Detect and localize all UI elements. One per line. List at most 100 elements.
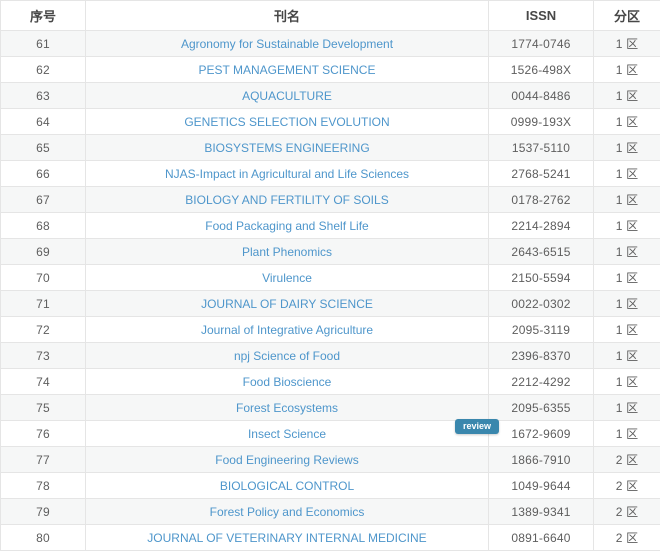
row-issn: 2396-8370 [511, 349, 570, 363]
table-row: 68 Food Packaging and Shelf Life 2214-28… [1, 213, 660, 239]
journal-link[interactable]: Food Packaging and Shelf Life [205, 219, 368, 233]
row-zone: 1 区 [616, 89, 639, 103]
journal-link[interactable]: Plant Phenomics [242, 245, 332, 259]
row-zone: 1 区 [616, 297, 639, 311]
journal-link[interactable]: GENETICS SELECTION EVOLUTION [184, 115, 389, 129]
journal-link[interactable]: BIOSYSTEMS ENGINEERING [204, 141, 369, 155]
journal-list-page: 序号 刊名 ISSN 分区 61 Agronomy for Sustainabl… [0, 0, 660, 512]
row-number: 61 [36, 37, 50, 51]
row-zone: 2 区 [616, 531, 639, 545]
row-zone: 1 区 [616, 427, 639, 441]
journal-link[interactable]: JOURNAL OF DAIRY SCIENCE [201, 297, 373, 311]
journal-link[interactable]: AQUACULTURE [242, 89, 332, 103]
row-zone: 1 区 [616, 349, 639, 363]
journal-link[interactable]: Journal of Integrative Agriculture [201, 323, 373, 337]
row-zone: 1 区 [616, 37, 639, 51]
table-row: 80 JOURNAL OF VETERINARY INTERNAL MEDICI… [1, 525, 660, 551]
table-row: 63 AQUACULTURE 0044-8486 1 区 [1, 83, 660, 109]
row-issn: 2214-2894 [511, 219, 570, 233]
table-row: 67 BIOLOGY AND FERTILITY OF SOILS 0178-2… [1, 187, 660, 213]
journal-link[interactable]: Food Bioscience [243, 375, 332, 389]
row-zone: 1 区 [616, 193, 639, 207]
row-zone: 1 区 [616, 401, 639, 415]
table-row: 76 Insect Science 1672-9609 1 区 [1, 421, 660, 447]
journal-link[interactable]: Insect Science [248, 427, 326, 441]
row-number: 70 [36, 271, 50, 285]
row-issn: 0891-6640 [511, 531, 570, 545]
journal-link[interactable]: NJAS-Impact in Agricultural and Life Sci… [165, 167, 409, 181]
table-row: 64 GENETICS SELECTION EVOLUTION 0999-193… [1, 109, 660, 135]
table-row: 75 Forest Ecosystems 2095-6355 1 区 [1, 395, 660, 421]
row-zone: 2 区 [616, 505, 639, 519]
row-number: 67 [36, 193, 50, 207]
table-row: 69 Plant Phenomics 2643-6515 1 区 [1, 239, 660, 265]
row-number: 73 [36, 349, 50, 363]
journal-table-body: 61 Agronomy for Sustainable Development … [1, 31, 660, 551]
row-issn: 2643-6515 [511, 245, 570, 259]
row-number: 69 [36, 245, 50, 259]
row-issn: 2768-5241 [511, 167, 570, 181]
row-issn: 2095-6355 [511, 401, 570, 415]
table-row: 77 Food Engineering Reviews 1866-7910 2 … [1, 447, 660, 473]
row-issn: 2095-3119 [512, 323, 570, 337]
row-zone: 1 区 [616, 141, 639, 155]
row-number: 64 [36, 115, 50, 129]
row-zone: 1 区 [616, 167, 639, 181]
row-issn: 1049-9644 [511, 479, 570, 493]
row-number: 65 [36, 141, 50, 155]
table-row: 71 JOURNAL OF DAIRY SCIENCE 0022-0302 1 … [1, 291, 660, 317]
row-issn: 1774-0746 [511, 37, 570, 51]
row-issn: 1526-498X [511, 63, 572, 77]
row-number: 72 [36, 323, 50, 337]
journal-link[interactable]: JOURNAL OF VETERINARY INTERNAL MEDICINE [147, 531, 426, 545]
row-number: 62 [36, 63, 50, 77]
row-issn: 0178-2762 [511, 193, 570, 207]
row-zone: 2 区 [616, 453, 639, 467]
row-zone: 1 区 [616, 323, 639, 337]
table-row: 74 Food Bioscience 2212-4292 1 区 [1, 369, 660, 395]
row-number: 77 [36, 453, 50, 467]
row-number: 74 [36, 375, 50, 389]
row-zone: 1 区 [616, 271, 639, 285]
row-number: 63 [36, 89, 50, 103]
table-row: 78 BIOLOGICAL CONTROL 1049-9644 2 区 [1, 473, 660, 499]
journal-link[interactable]: Food Engineering Reviews [215, 453, 358, 467]
row-zone: 1 区 [616, 63, 639, 77]
row-issn: 0999-193X [511, 115, 572, 129]
row-zone: 1 区 [616, 245, 639, 259]
journal-link[interactable]: Forest Ecosystems [236, 401, 338, 415]
table-row: 70 Virulence 2150-5594 1 区 [1, 265, 660, 291]
row-number: 66 [36, 167, 50, 181]
row-zone: 1 区 [616, 219, 639, 233]
row-issn: 0044-8486 [511, 89, 570, 103]
journal-link[interactable]: BIOLOGY AND FERTILITY OF SOILS [185, 193, 388, 207]
row-issn: 1866-7910 [511, 453, 570, 467]
journal-link[interactable]: Virulence [262, 271, 312, 285]
row-number: 80 [36, 531, 50, 545]
row-number: 68 [36, 219, 50, 233]
row-zone: 2 区 [616, 479, 639, 493]
row-issn: 2150-5594 [511, 271, 570, 285]
column-header-zone: 分区 [594, 1, 660, 31]
table-row: 61 Agronomy for Sustainable Development … [1, 31, 660, 57]
journal-link[interactable]: Agronomy for Sustainable Development [181, 37, 393, 51]
row-issn: 0022-0302 [511, 297, 570, 311]
journal-link[interactable]: BIOLOGICAL CONTROL [220, 479, 354, 493]
row-issn: 1537-5110 [512, 141, 570, 155]
row-number: 76 [36, 427, 50, 441]
table-row: 73 npj Science of Food 2396-8370 1 区 [1, 343, 660, 369]
review-tooltip-badge: review [455, 419, 499, 434]
journal-link[interactable]: npj Science of Food [234, 349, 340, 363]
table-row: 66 NJAS-Impact in Agricultural and Life … [1, 161, 660, 187]
journal-link[interactable]: PEST MANAGEMENT SCIENCE [199, 63, 376, 77]
row-zone: 1 区 [616, 375, 639, 389]
journal-table-header: 序号 刊名 ISSN 分区 [1, 1, 660, 31]
row-number: 75 [36, 401, 50, 415]
column-header-issn: ISSN [489, 1, 594, 31]
row-zone: 1 区 [616, 115, 639, 129]
column-header-no: 序号 [1, 1, 86, 31]
table-row: 62 PEST MANAGEMENT SCIENCE 1526-498X 1 区 [1, 57, 660, 83]
journal-table: 序号 刊名 ISSN 分区 61 Agronomy for Sustainabl… [0, 0, 660, 551]
row-issn: 1672-9609 [511, 427, 570, 441]
row-issn: 2212-4292 [511, 375, 570, 389]
